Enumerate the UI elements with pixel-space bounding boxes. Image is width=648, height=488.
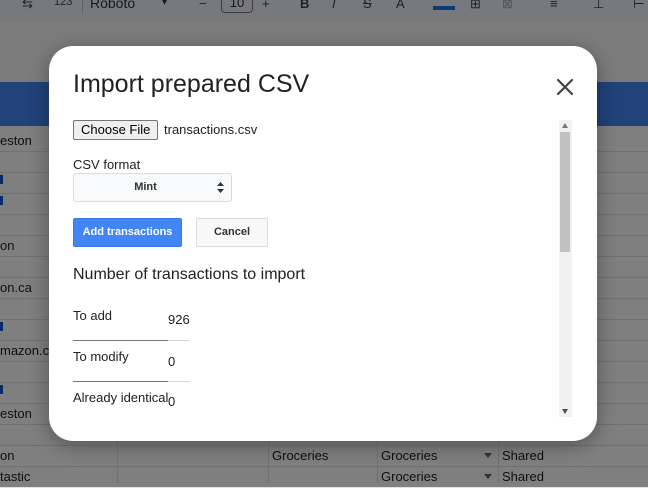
dialog-content: Choose File transactions.csv CSV format … bbox=[73, 118, 573, 418]
stat-label-to-modify: To modify bbox=[73, 349, 129, 364]
dialog-title: Import prepared CSV bbox=[73, 70, 310, 98]
up-down-arrows-icon bbox=[217, 182, 224, 193]
selected-file-name: transactions.csv bbox=[164, 122, 258, 137]
choose-file-button[interactable]: Choose File bbox=[73, 120, 159, 140]
csv-format-label: CSV format bbox=[73, 157, 141, 172]
import-csv-dialog: Import prepared CSV Choose File transact… bbox=[49, 46, 597, 441]
csv-format-select[interactable]: Mint bbox=[73, 173, 232, 202]
close-icon bbox=[556, 78, 574, 96]
stat-label-already-identical: Already identical bbox=[73, 390, 169, 405]
section-title: Number of transactions to import bbox=[73, 266, 306, 283]
stat-value-to-modify: 0 bbox=[168, 354, 176, 369]
divider bbox=[168, 381, 190, 382]
scroll-up-arrow-icon[interactable] bbox=[562, 123, 568, 128]
add-transactions-button[interactable]: Add transactions bbox=[73, 218, 182, 247]
scroll-down-arrow-icon[interactable] bbox=[562, 409, 568, 414]
stat-value-already-identical: 0 bbox=[168, 394, 176, 409]
stat-label-to-add: To add bbox=[73, 308, 113, 323]
stat-value-to-add: 926 bbox=[168, 312, 190, 327]
csv-format-value: Mint bbox=[134, 181, 157, 193]
dialog-scrollbar[interactable] bbox=[559, 120, 572, 417]
divider bbox=[73, 381, 168, 382]
cancel-button[interactable]: Cancel bbox=[196, 218, 268, 247]
close-button[interactable] bbox=[554, 76, 576, 98]
divider bbox=[73, 340, 168, 341]
divider bbox=[168, 340, 190, 341]
scrollbar-thumb[interactable] bbox=[560, 132, 570, 252]
